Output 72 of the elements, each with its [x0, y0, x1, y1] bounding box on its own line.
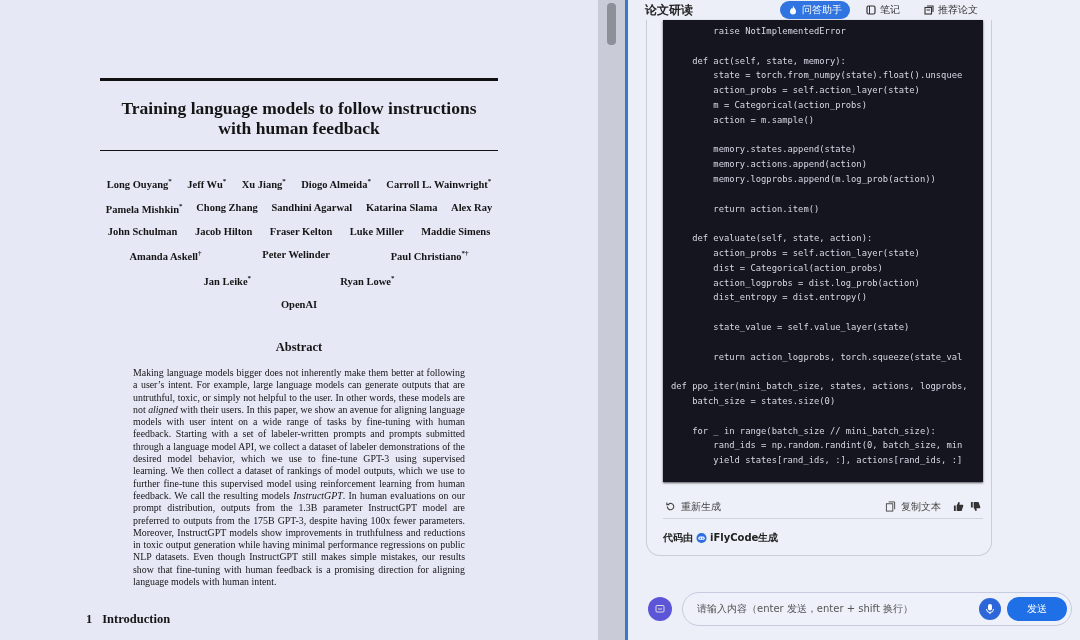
- code-line: for _ in range(batch_size // mini_batch_size):: [691, 424, 937, 438]
- code-line: def act(self, state, memory):: [691, 54, 847, 68]
- code-line: action = m.sample(): [712, 113, 815, 127]
- author-name: Carroll L. Wainwright$^{*}$: [386, 177, 492, 190]
- author-name: Sandhini Agarwal: [271, 201, 353, 214]
- code-line: memory.states.append(state): [712, 143, 858, 157]
- code-line: batch_size = states.size(0): [691, 394, 837, 408]
- author-name: Katarina Slama: [365, 201, 438, 214]
- scrollbar[interactable]: [598, 0, 625, 640]
- code-line: memory.logprobs.append(m.log_prob(action)): [712, 172, 937, 186]
- author-name: Luke Miller: [349, 226, 404, 237]
- code-line: action_logprobs = dist.log_prob(action): [712, 276, 921, 290]
- code-line: dist = Categorical(action_probs): [712, 261, 884, 275]
- paper-title: Training language models to follow instructions with human feedback: [120, 98, 478, 138]
- author-name: Maddie Simens: [421, 226, 491, 237]
- author-name: Jan Leike$^{*}$: [203, 273, 252, 286]
- microphone-button[interactable]: [979, 597, 1001, 620]
- panel-title: 论文研读: [645, 1, 694, 19]
- code-line: action_probs = self.action_layer(state): [712, 246, 921, 260]
- author-name: Jeff Wu$^{*}$: [187, 177, 227, 190]
- code-line: return action_logprobs, torch.squeeze(state_val: [712, 350, 964, 364]
- copy-text-button[interactable]: 复制文本: [885, 499, 941, 514]
- abstract-heading: Abstract: [275, 340, 323, 355]
- credit-label: 代码由: [663, 530, 693, 545]
- author-name: Fraser Kelton: [269, 226, 333, 237]
- robot-icon: [696, 532, 707, 544]
- author-name: Xu Jiang$^{*}$: [241, 177, 286, 190]
- document-stack-icon: [924, 5, 934, 15]
- author-name: Ryan Lowe$^{*}$: [340, 273, 395, 286]
- author-name: Pamela Mishkin$^{*}$: [105, 201, 183, 214]
- code-line: state = torch.from_numpy(state).float().unsquee: [712, 69, 964, 83]
- code-line: def ppo_iter(mini_batch_size, states, actions, logprobs,: [671, 380, 969, 394]
- code-line: yield states[rand_ids, :], actions[rand_ids, :]: [712, 454, 964, 468]
- send-button[interactable]: 发送: [1007, 596, 1067, 621]
- affiliation: OpenAI: [280, 299, 318, 310]
- code-line: m = Categorical(action_probs): [712, 99, 868, 112]
- message-input[interactable]: 请输入内容（enter 发送，enter + shift 换行） 发送: [682, 591, 1072, 626]
- section-number: 1: [86, 612, 93, 628]
- code-line: action_probs = self.action_layer(state): [712, 84, 921, 98]
- thumbs-down-icon[interactable]: [970, 501, 981, 513]
- author-name: Paul Christiano$^{*†}$: [390, 249, 469, 262]
- credit-brand: iFlyCode生成: [710, 530, 779, 545]
- microphone-icon: [985, 602, 995, 615]
- author-name: Alex Ray: [451, 201, 493, 214]
- flame-icon: [788, 5, 798, 15]
- code-line: def evaluate(self, state, action):: [691, 232, 874, 246]
- abstract-paragraph: Making language models bigger does not inherently make them better at following a user’s intent. For example, large language models can generate outputs that are untruthful, toxic, or simply not helpful to the user. In other words, these models are not aligned with their users. In this paper, we show an avenue for aligning language models with user intent on a wide range of tasks by fine-tuning with human feedback. Starting with a set of labeler-written prompts and prompts submitted through a language model API, we collect a dataset of labeler demonstrations of the desired model behavior, which we use to fine-tune GPT-3 using supervised learning. We then collect a dataset of rankings of model outputs, which we use to further fine-tune this supervised model using reinforcement learning from human feedback. We call the resulting models InstructGPT. In human evaluations on our prompt distribution, outputs from the 1.3B parameter InstructGPT model are preferred to outputs from the 175B GPT-3, despite having 100x fewer parameters. Moreover, InstructGPT models show improvements in truthfulness and reductions in toxic output generation while having minimal performance regressions on public NLP datasets. Even though InstructGPT still makes simple mistakes, our results show that fine-tuning with human feedback is a promising direction for aligning language models with human intent.: [133, 367, 465, 589]
- author-name: Jacob Hilton: [194, 226, 253, 237]
- thumbs-up-icon[interactable]: [953, 501, 964, 513]
- author-name: Chong Zhang: [196, 201, 258, 214]
- author-name: Amanda Askell$^{†}$: [129, 249, 202, 262]
- code-line: rand_ids = np.random.randint(0, batch_size, min: [712, 439, 964, 453]
- section-heading: Introduction: [102, 612, 171, 628]
- refresh-icon: [665, 501, 676, 513]
- panel-tab[interactable]: 问答助手: [780, 1, 850, 19]
- code-line: return action.item(): [712, 202, 821, 216]
- author-name: Peter Welinder: [262, 249, 330, 262]
- notebook-icon: [866, 5, 876, 15]
- code-line: dist_entropy = dist.entropy(): [712, 291, 868, 305]
- regenerate-button[interactable]: 重新生成: [665, 499, 721, 514]
- chat-bubble-icon: [655, 603, 665, 614]
- chat-mode-button[interactable]: [648, 596, 672, 621]
- author-name: John Schulman: [107, 226, 178, 237]
- copy-icon: [885, 501, 896, 513]
- code-line: raise NotImplementedError: [712, 25, 847, 38]
- panel-tab[interactable]: 笔记: [858, 1, 908, 19]
- panel-tab[interactable]: 推荐论文: [916, 1, 986, 19]
- scrollbar-thumb[interactable]: [607, 3, 616, 45]
- author-name: Diogo Almeida$^{*}$: [301, 177, 371, 190]
- code-line: memory.actions.append(action): [712, 158, 868, 172]
- code-line: state_value = self.value_layer(state): [712, 320, 911, 334]
- author-name: Long Ouyang$^{*}$: [106, 177, 172, 190]
